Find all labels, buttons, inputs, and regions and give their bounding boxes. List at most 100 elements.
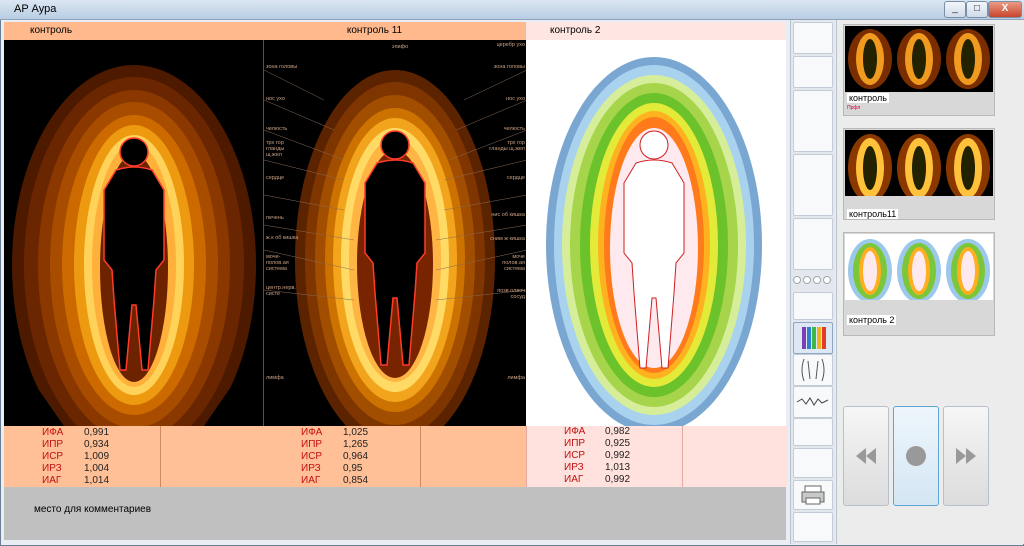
- aura-body-icon: [264, 69, 527, 426]
- stats-row: ИСР 0,964: [263, 451, 526, 463]
- app-window: AP Аура _ □ X контроль контроль 11 контр…: [0, 0, 1024, 546]
- thumbnail-label: контроль11: [847, 209, 899, 219]
- tool-button[interactable]: [793, 90, 833, 152]
- organ-label: церебр ухо: [496, 42, 525, 48]
- comment-field[interactable]: место для комментариев: [4, 487, 786, 540]
- thumbnail-image: [845, 234, 993, 300]
- stat-name: ИРЗ: [564, 462, 584, 473]
- stat-name: ИСР: [42, 451, 64, 462]
- tool-button[interactable]: [793, 218, 833, 270]
- stats-row: ИРЗ 1,004: [4, 463, 263, 475]
- play-button[interactable]: [893, 406, 939, 506]
- panel-header-1: контроль: [4, 22, 263, 40]
- spectrum-view-button[interactable]: [793, 322, 833, 354]
- panel-header-2: контроль 11: [263, 22, 526, 40]
- radio-dot[interactable]: [793, 276, 801, 284]
- stat-name: ИАГ: [301, 475, 321, 486]
- window-title: AP Аура: [14, 3, 57, 15]
- view-mode-dots: [793, 276, 833, 286]
- organ-label: лимфа: [266, 375, 284, 381]
- stat-name: ИФА: [564, 426, 586, 437]
- thumbnail-panel: контроль Прфл контроль11 контроль 2: [836, 20, 1024, 544]
- panel-title: контроль 11: [346, 25, 403, 36]
- organ-label: нос ухо: [506, 96, 525, 102]
- stats-row: ИРЗ 0,95: [263, 463, 526, 475]
- organ-label: эпифо: [391, 44, 409, 50]
- thumbnail-label: контроль: [847, 93, 889, 103]
- stat-value: 0,992: [605, 474, 631, 485]
- tool-button[interactable]: [793, 512, 833, 542]
- organ-label: моче- полов.ая система: [266, 254, 289, 272]
- tool-button[interactable]: [793, 56, 833, 88]
- thumbnail-item[interactable]: контроль Прфл: [843, 24, 995, 116]
- organ-label: трх гор гланды щ.жел: [266, 140, 285, 158]
- stats-row: ИФА 0,991: [4, 427, 263, 439]
- stat-value: 1,013: [605, 462, 631, 473]
- fast-forward-icon: [956, 448, 976, 464]
- close-button[interactable]: X: [988, 1, 1022, 18]
- stat-name: ИПР: [564, 438, 586, 449]
- organ-label: нос ухо: [266, 96, 285, 102]
- stat-value: 0,991: [84, 427, 110, 438]
- aura-image-1[interactable]: [4, 40, 263, 426]
- stat-value: 0,854: [343, 475, 369, 486]
- wave-graph-icon: [796, 397, 829, 406]
- stat-value: 1,004: [84, 463, 110, 474]
- aura-body-icon: [4, 65, 263, 426]
- outline-view-button[interactable]: [793, 354, 833, 386]
- aura-image-2[interactable]: зона головы нос ухо челюсть трх гор глан…: [263, 40, 527, 426]
- organ-label: ж.к об кишка: [266, 235, 299, 241]
- prev-button[interactable]: [843, 406, 889, 506]
- organ-label: печень: [266, 215, 284, 221]
- tool-button[interactable]: [793, 22, 833, 54]
- stats-row: ИПР 0,934: [4, 439, 263, 451]
- organ-label: зона головы: [493, 64, 525, 70]
- radio-dot[interactable]: [813, 276, 821, 284]
- stat-value: 1,265: [343, 439, 369, 450]
- stat-name: ИФА: [42, 427, 64, 438]
- stat-name: ИРЗ: [301, 463, 321, 474]
- stat-name: ИСР: [564, 450, 586, 461]
- comment-placeholder: место для комментариев: [34, 504, 152, 515]
- thumbnail-meta: Прфл: [847, 105, 861, 111]
- print-button[interactable]: [793, 480, 833, 510]
- stats-row: ИАГ 0,854: [263, 475, 526, 487]
- stats-row: ИРЗ 1,013: [527, 462, 787, 474]
- panel-title: контроль: [30, 25, 73, 36]
- panel-title: контроль 2: [550, 25, 601, 36]
- tool-button[interactable]: [793, 154, 833, 216]
- graph-view-button[interactable]: [793, 386, 833, 418]
- stats-row: ИПР 0,925: [527, 438, 787, 450]
- stat-name: ИПР: [301, 439, 323, 450]
- maximize-button[interactable]: □: [966, 1, 988, 18]
- title-bar: AP Аура _ □ X: [0, 0, 1024, 20]
- organ-label: позв.олвоч сосуд: [497, 288, 525, 300]
- stat-value: 0,934: [84, 439, 110, 450]
- stat-value: 1,014: [84, 475, 110, 486]
- organ-label: моче полов.ая система: [502, 254, 525, 272]
- tool-button[interactable]: [793, 448, 833, 478]
- stat-name: ИФА: [301, 427, 323, 438]
- outline-icon: [801, 358, 825, 382]
- stats-row: ИАГ 1,014: [4, 475, 263, 487]
- organ-label: трх гор гланды щ.жел: [489, 140, 525, 152]
- tool-button[interactable]: [793, 292, 833, 320]
- stat-value: 0,982: [605, 426, 631, 437]
- rewind-icon: [856, 448, 876, 464]
- stats-row: ИСР 1,009: [4, 451, 263, 463]
- tool-column: [790, 20, 835, 544]
- thumbnail-item[interactable]: контроль 2: [843, 232, 995, 336]
- thumbnail-item[interactable]: контроль11: [843, 128, 995, 220]
- organ-label: сердце: [506, 175, 525, 181]
- printer-icon: [801, 485, 825, 505]
- radio-dot[interactable]: [823, 276, 831, 284]
- aura-image-3[interactable]: [526, 40, 786, 426]
- next-button[interactable]: [943, 406, 989, 506]
- tool-button[interactable]: [793, 418, 833, 446]
- radio-dot[interactable]: [803, 276, 811, 284]
- organ-label: челюсть: [503, 126, 525, 132]
- minimize-button[interactable]: _: [944, 1, 966, 18]
- organ-label: сердце: [266, 175, 285, 181]
- aura-body-icon: [526, 57, 786, 426]
- stat-value: 0,964: [343, 451, 369, 462]
